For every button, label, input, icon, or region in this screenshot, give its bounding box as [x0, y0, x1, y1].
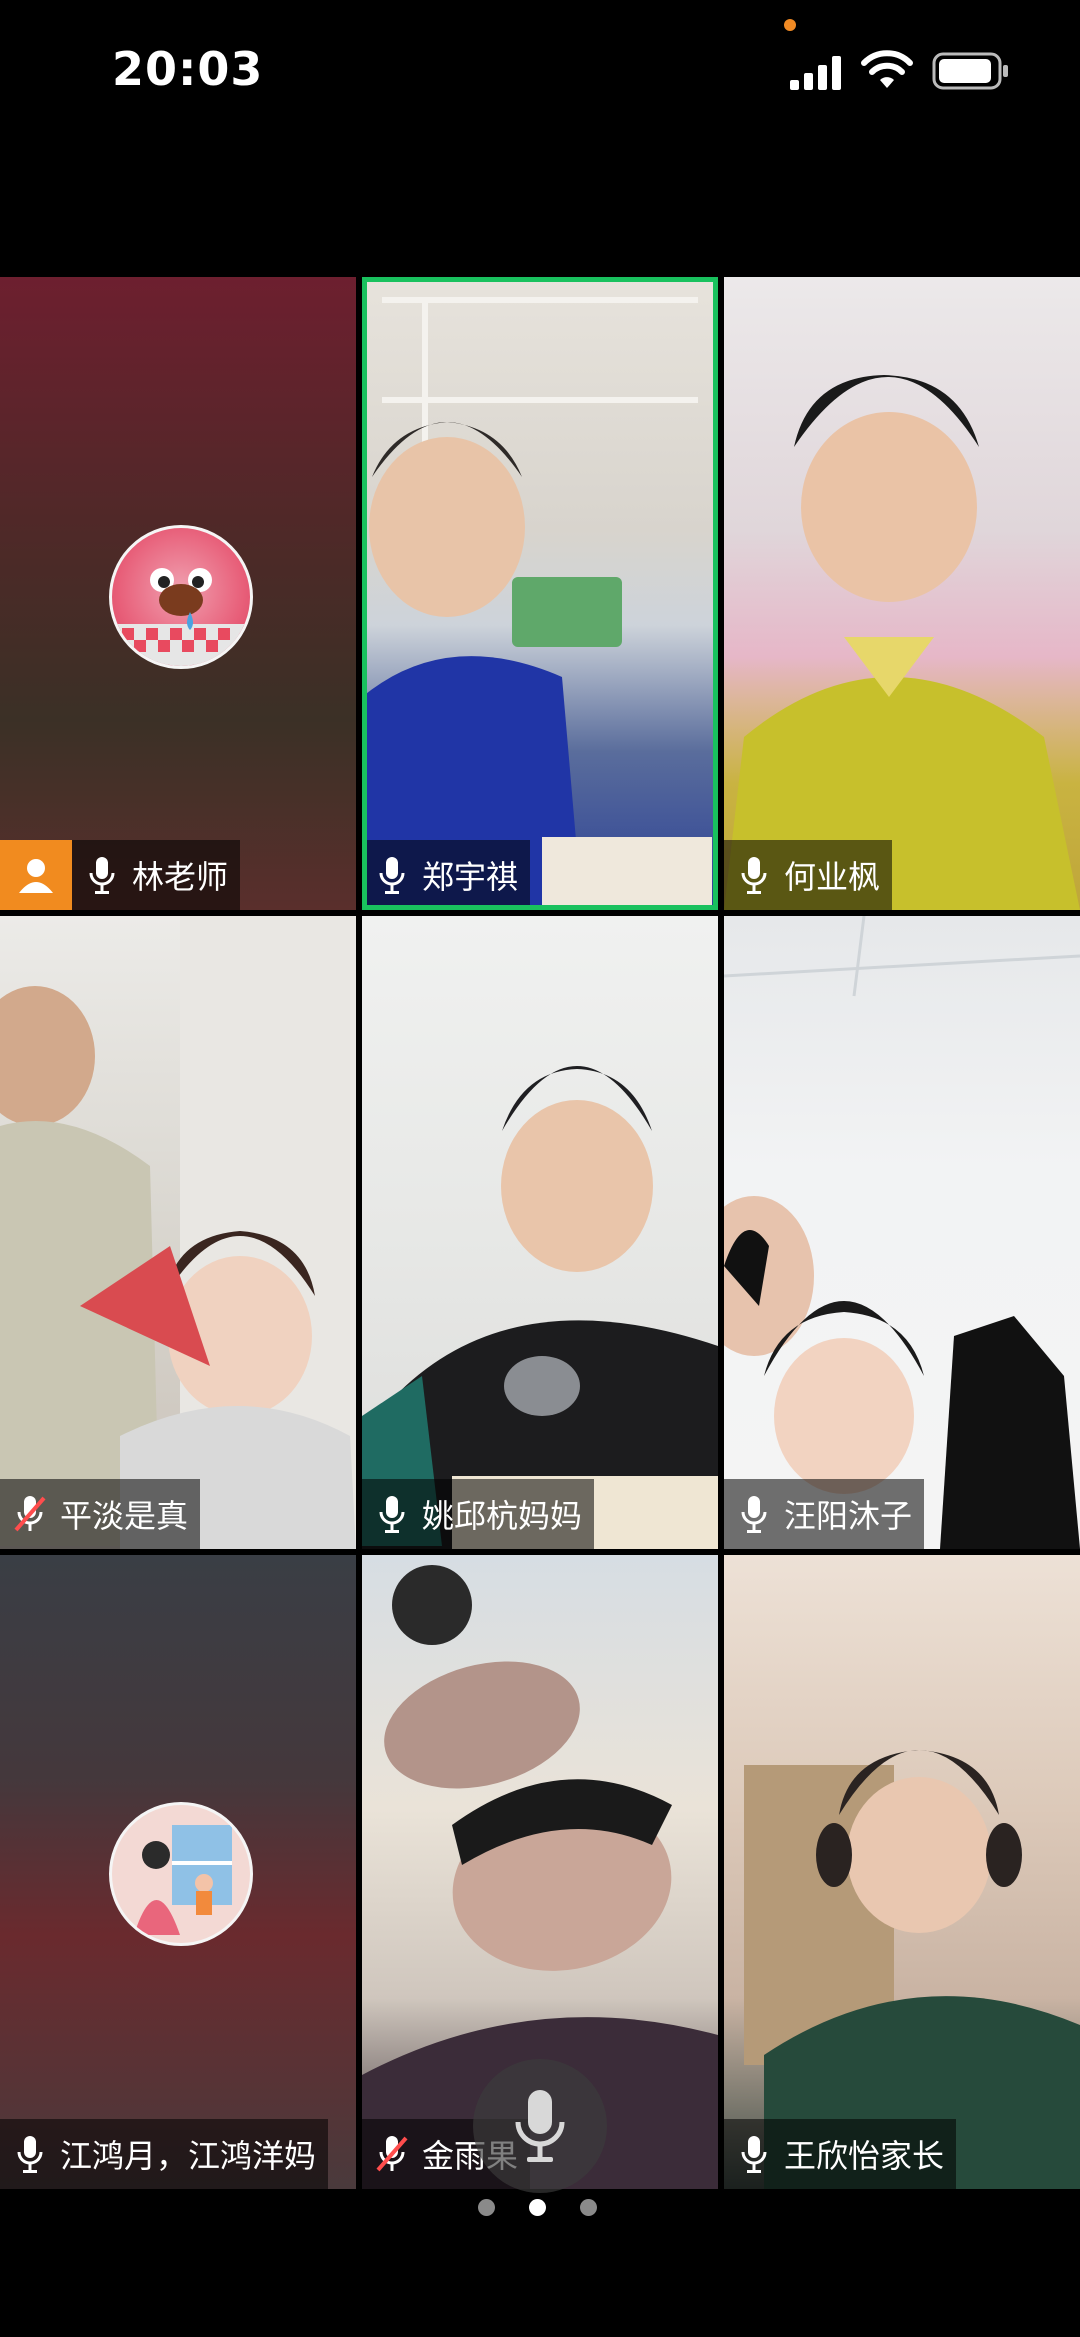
- mic-on-icon: [724, 2119, 784, 2189]
- participant-name: 何业枫: [784, 858, 881, 896]
- video-tile[interactable]: 姚邱杭妈妈: [362, 916, 718, 1549]
- mic-on-icon: [362, 1479, 422, 1549]
- video-frame: [724, 375, 1080, 910]
- video-tile[interactable]: 江鸿月，江鸿洋妈: [0, 1555, 356, 2189]
- participant-name-tag: 平淡是真: [0, 1479, 201, 1549]
- status-bar: 20:03: [0, 0, 1080, 140]
- participant-avatar: [109, 1802, 253, 1946]
- host-badge-icon: [0, 840, 72, 910]
- mic-on-icon: [362, 840, 422, 910]
- participant-name: 汪阳沐子: [784, 1497, 913, 1535]
- mic-toggle-button[interactable]: [473, 2059, 607, 2193]
- page-dot[interactable]: [580, 2199, 597, 2216]
- participant-name: 江鸿月，江鸿洋妈: [60, 2137, 317, 2175]
- participant-name-tag: 江鸿月，江鸿洋妈: [0, 2119, 329, 2189]
- participant-name: 郑宇祺: [422, 858, 519, 896]
- page-dot[interactable]: [478, 2199, 495, 2216]
- video-tile[interactable]: 林老师: [0, 277, 356, 910]
- participant-name-tag: 郑宇祺: [362, 840, 531, 910]
- participant-name-tag: 王欣怡家长: [724, 2119, 957, 2189]
- participant-name: 王欣怡家长: [784, 2137, 945, 2175]
- participant-name-tag: 汪阳沐子: [724, 1479, 925, 1549]
- mic-on-icon: [724, 1479, 784, 1549]
- cellular-signal-icon: [790, 56, 841, 90]
- mic-on-icon: [0, 2119, 60, 2189]
- participant-name-tag: 姚邱杭妈妈: [362, 1479, 595, 1549]
- video-tile[interactable]: 郑宇祺: [362, 277, 718, 910]
- mic-on-icon: [724, 840, 784, 910]
- participant-name: 林老师: [132, 858, 229, 896]
- video-tile[interactable]: 平淡是真: [0, 916, 356, 1549]
- video-frame: [362, 297, 712, 910]
- page-dot-active[interactable]: [529, 2199, 546, 2216]
- battery-icon: [932, 52, 1008, 90]
- participant-avatar: [109, 525, 253, 669]
- video-tile[interactable]: 何业枫: [724, 277, 1080, 910]
- privacy-indicator-dot: [784, 19, 796, 31]
- video-tile[interactable]: 汪阳沐子: [724, 916, 1080, 1549]
- participant-name: 平淡是真: [60, 1497, 189, 1535]
- status-time: 20:03: [112, 42, 264, 96]
- video-frame: [0, 916, 356, 1549]
- page-indicator: [478, 2199, 597, 2216]
- participant-name-tag: 林老师: [0, 840, 241, 910]
- participant-name: 姚邱杭妈妈: [422, 1497, 583, 1535]
- video-grid: 林老师 郑宇祺 何业枫 平淡是真 姚邱杭妈妈 汪阳沐子 江鸿月，江鸿洋妈 金雨果…: [0, 277, 1080, 2189]
- participant-name-tag: 何业枫: [724, 840, 893, 910]
- mic-on-icon: [72, 840, 132, 910]
- microphone-icon: [515, 2090, 565, 2162]
- video-tile[interactable]: 王欣怡家长: [724, 1555, 1080, 2189]
- wifi-icon: [861, 50, 913, 88]
- video-frame: [744, 1750, 1080, 2189]
- video-frame: [362, 1066, 718, 1549]
- mic-muted-icon: [362, 2119, 422, 2189]
- video-frame: [724, 916, 1080, 1549]
- mic-muted-icon: [0, 1479, 60, 1549]
